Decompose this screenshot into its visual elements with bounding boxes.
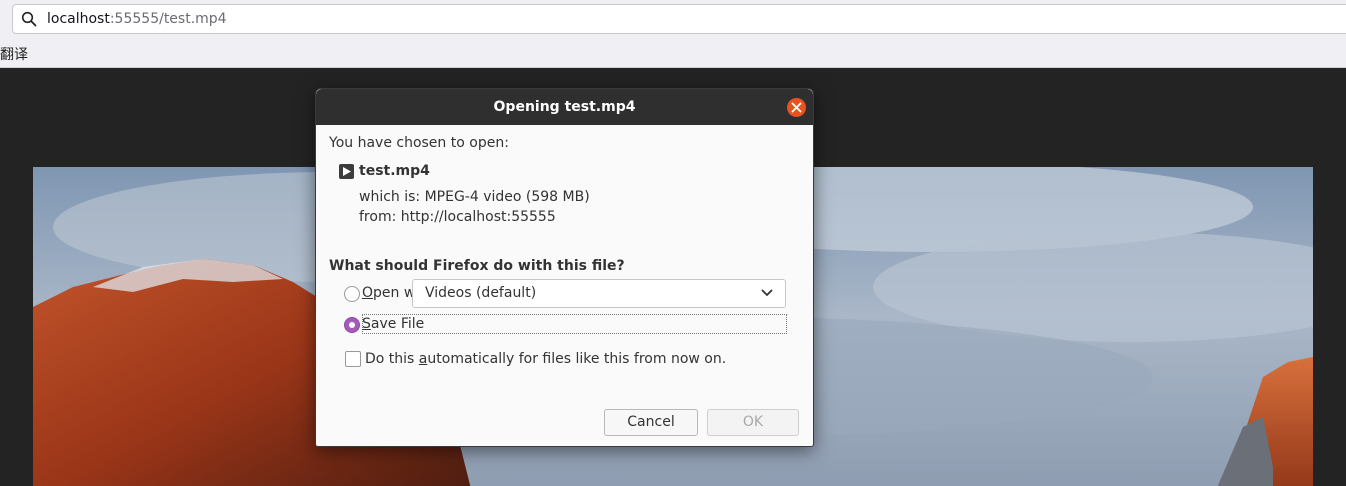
question-heading: What should Firefox do with this file? — [329, 258, 625, 274]
from-value: http://localhost:55555 — [400, 209, 556, 225]
bookmark-translate[interactable]: 翻译 — [0, 44, 28, 64]
download-dialog: Opening test.mp4 You have chosen to open… — [315, 88, 814, 447]
save-file-radio[interactable] — [344, 317, 360, 333]
search-icon — [21, 11, 37, 27]
url-host: localhost — [47, 11, 110, 27]
auto-label-pre: Do this — [365, 351, 419, 367]
open-with-app-value: Videos (default) — [425, 285, 537, 301]
ok-button[interactable]: OK — [707, 409, 799, 436]
cancel-button[interactable]: Cancel — [604, 409, 698, 436]
browser-toolbar: localhost:55555/test.mp4 — [0, 0, 1346, 40]
dialog-titlebar: Opening test.mp4 — [316, 89, 813, 125]
open-with-radio[interactable] — [344, 286, 360, 302]
close-icon — [791, 102, 802, 113]
which-is-label: which is: — [359, 189, 421, 205]
close-button[interactable] — [787, 98, 806, 117]
save-file-focus-outline[interactable] — [362, 314, 787, 334]
which-is-value: MPEG-4 video (598 MB) — [424, 189, 590, 205]
file-type-row: which is: MPEG-4 video (598 MB) — [359, 189, 590, 205]
url-text: localhost:55555/test.mp4 — [47, 11, 227, 27]
chevron-down-icon — [761, 289, 773, 296]
dialog-title: Opening test.mp4 — [493, 99, 636, 115]
open-with-mnemonic: O — [362, 285, 374, 301]
file-source-row: from: http://localhost:55555 — [359, 209, 556, 225]
save-file-mnemonic: S — [362, 316, 371, 332]
auto-checkbox[interactable] — [345, 351, 361, 367]
auto-label[interactable]: Do this automatically for files like thi… — [365, 351, 726, 367]
save-file-label[interactable]: Save File — [362, 316, 424, 332]
intro-text: You have chosen to open: — [329, 135, 509, 151]
save-file-label-rest: ave File — [370, 316, 425, 332]
auto-label-post: utomatically for files like this from no… — [427, 351, 727, 367]
bookmarks-bar: 翻译 — [0, 40, 1346, 68]
open-with-app-select[interactable]: Videos (default) — [412, 279, 786, 308]
file-name: test.mp4 — [359, 163, 430, 179]
video-file-icon — [339, 164, 354, 179]
address-bar[interactable]: localhost:55555/test.mp4 — [12, 4, 1346, 34]
from-label: from: — [359, 209, 397, 225]
url-path: :55555/test.mp4 — [109, 11, 227, 27]
